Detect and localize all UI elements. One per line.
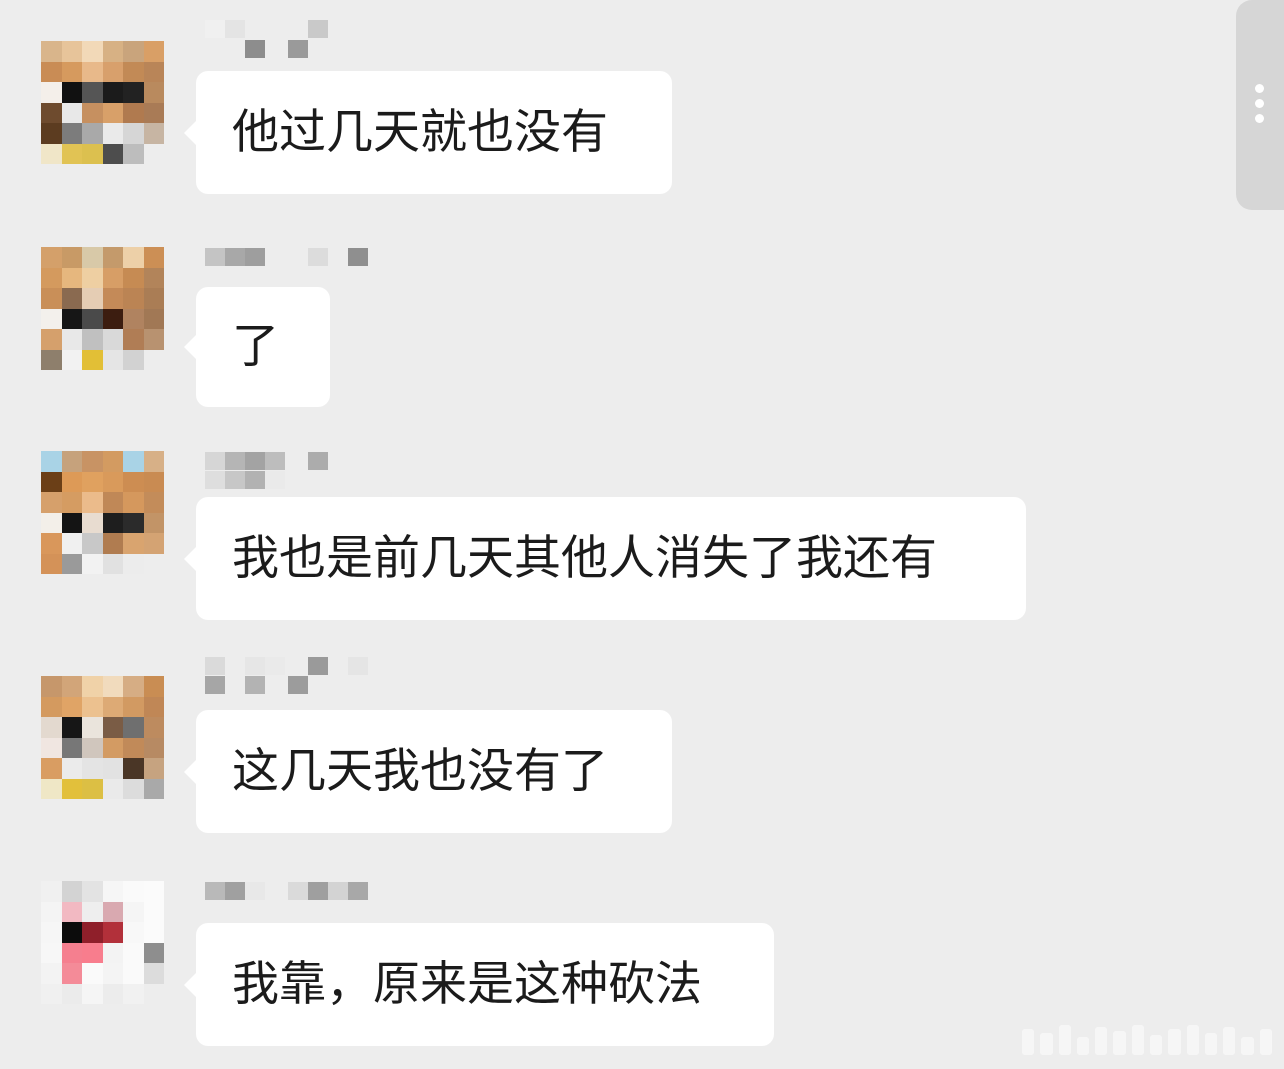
watermark: [1022, 1015, 1272, 1055]
message-text: 了: [232, 319, 279, 374]
message-text: 我靠，原来是这种砍法: [232, 956, 702, 1012]
message-bubble[interactable]: 我也是前几天其他人消失了我还有: [184, 497, 1026, 620]
sender-name-blurred: [205, 450, 375, 500]
avatar[interactable]: [41, 451, 164, 574]
more-dot: [1255, 99, 1264, 108]
more-dot: [1255, 114, 1264, 123]
sender-name-blurred: [205, 227, 375, 277]
avatar[interactable]: [41, 676, 164, 799]
message-bubble[interactable]: 我靠，原来是这种砍法: [184, 923, 774, 1046]
message-bubble[interactable]: 这几天我也没有了: [184, 710, 672, 833]
message-text: 他过几天就也没有: [232, 104, 608, 160]
avatar[interactable]: [41, 247, 164, 370]
message-text: 我也是前几天其他人消失了我还有: [232, 530, 937, 586]
message-text: 这几天我也没有了: [232, 743, 608, 799]
more-dot: [1255, 84, 1264, 93]
avatar[interactable]: [41, 881, 164, 1004]
sender-name-blurred: [205, 655, 375, 705]
sender-name-blurred: [205, 18, 375, 68]
message-bubble[interactable]: 了: [184, 287, 330, 407]
avatar[interactable]: [41, 41, 164, 164]
message-bubble[interactable]: 他过几天就也没有: [184, 71, 672, 194]
scroll-handle[interactable]: [1236, 0, 1284, 210]
